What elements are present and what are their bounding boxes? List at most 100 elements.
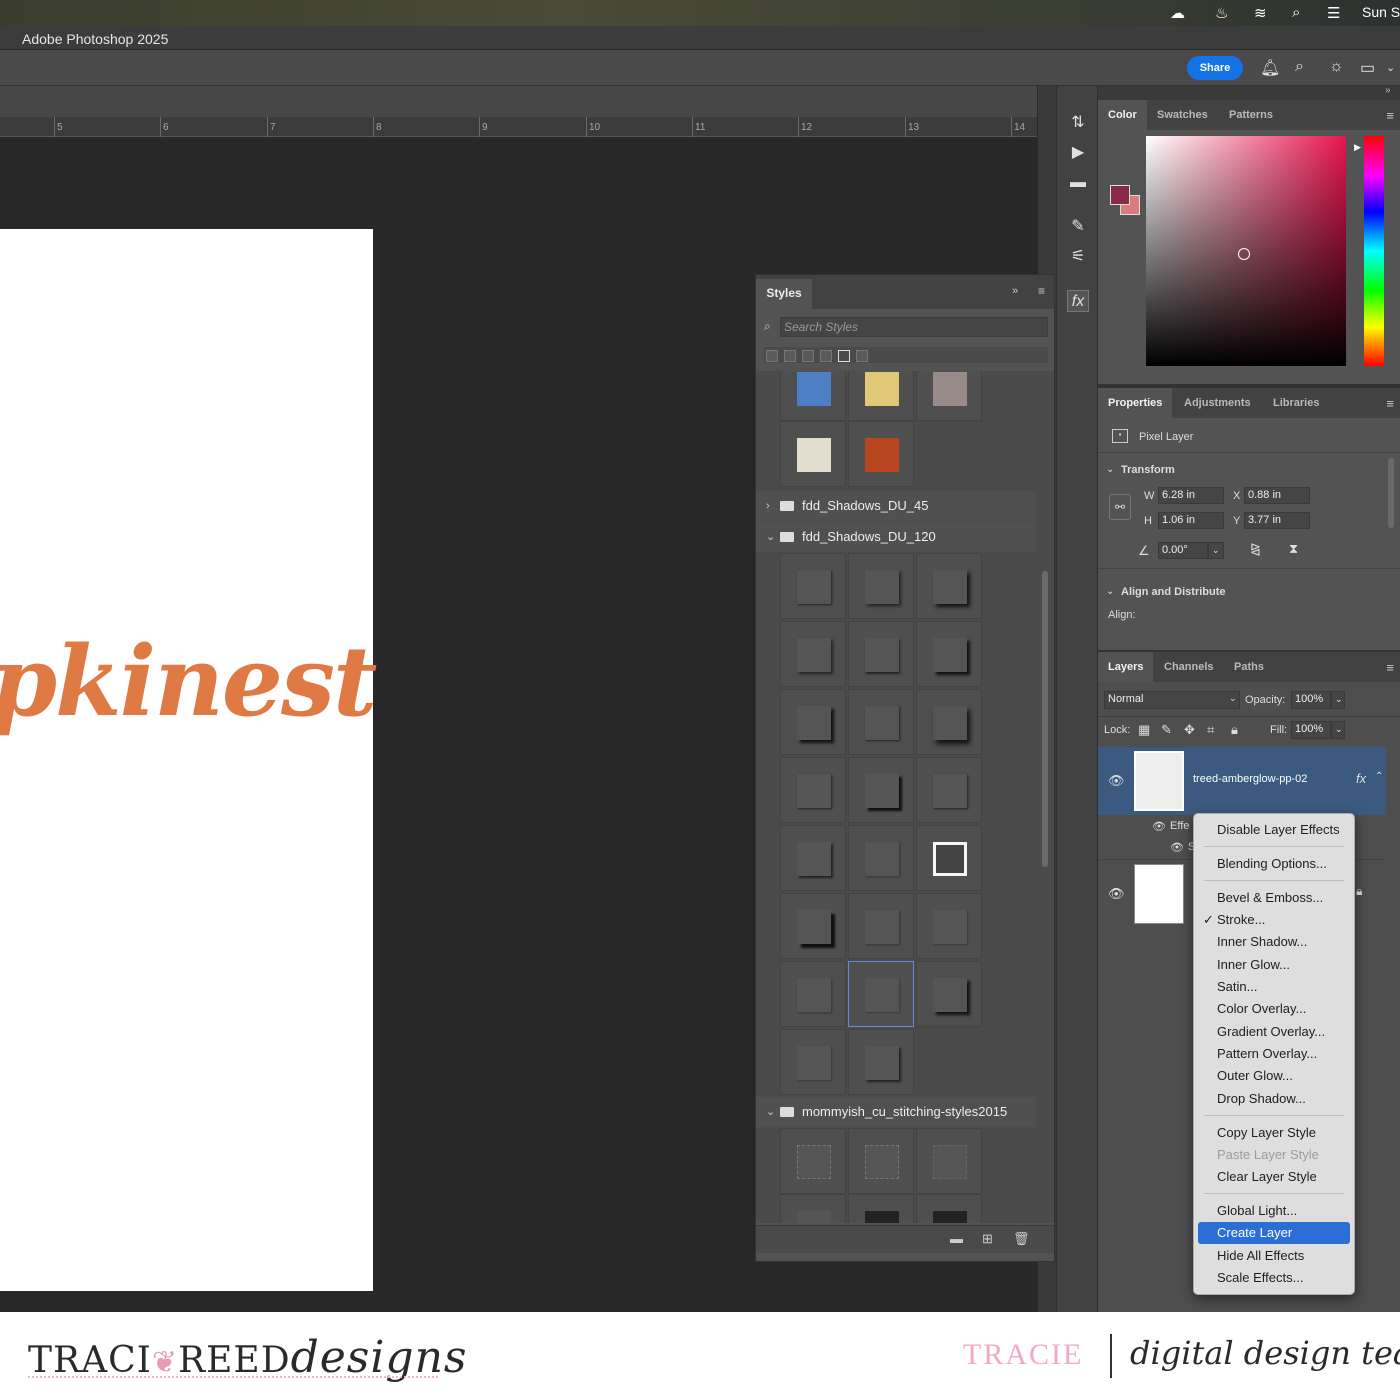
menu-item-pattern-overlay[interactable]: Pattern Overlay...	[1198, 1043, 1350, 1065]
hue-slider[interactable]	[1364, 136, 1384, 366]
align-heading[interactable]: Align and Distribute	[1121, 586, 1226, 598]
menu-item-satin[interactable]: Satin...	[1198, 976, 1350, 998]
style-swatch[interactable]	[780, 689, 846, 755]
style-swatch[interactable]	[780, 961, 846, 1027]
styles-scrollbar[interactable]	[1042, 571, 1048, 867]
menu-item-create-layer[interactable]: Create Layer	[1198, 1222, 1350, 1244]
style-swatch[interactable]	[780, 371, 846, 421]
lock-transparency-icon[interactable]: ▦	[1138, 722, 1150, 738]
style-swatch[interactable]	[848, 421, 914, 487]
effects-label[interactable]: Effe	[1170, 820, 1189, 832]
flip-horizontal-icon[interactable]: ⧎	[1250, 541, 1261, 557]
brush-settings-icon[interactable]: ✎	[1067, 216, 1089, 238]
styles-list[interactable]: › fdd_Shadows_DU_45 ⌄ fdd_Shadows_DU_120	[756, 371, 1054, 1223]
panel-menu-icon[interactable]: ≡	[1386, 396, 1394, 411]
style-swatch[interactable]	[780, 757, 846, 823]
style-swatch[interactable]	[848, 371, 914, 421]
style-swatch[interactable]	[780, 893, 846, 959]
fx-badge[interactable]: fx	[1356, 771, 1366, 786]
menu-item-inner-glow[interactable]: Inner Glow...	[1198, 954, 1350, 976]
menu-item-copy-layer-style[interactable]: Copy Layer Style	[1198, 1122, 1350, 1144]
horizontal-ruler[interactable]: 5 6 7 8 9 10 11 12 13 14	[0, 117, 1037, 137]
style-swatch[interactable]	[916, 893, 982, 959]
style-swatch[interactable]	[848, 553, 914, 619]
chevron-down-icon[interactable]: ⌄	[1106, 586, 1114, 597]
opacity-field[interactable]: 100%	[1291, 691, 1331, 709]
style-swatch[interactable]	[916, 553, 982, 619]
style-swatch[interactable]	[780, 825, 846, 891]
menu-item-blending-options[interactable]: Blending Options...	[1198, 853, 1350, 875]
style-swatch[interactable]	[848, 1194, 914, 1223]
menu-item-drop-shadow[interactable]: Drop Shadow...	[1198, 1088, 1350, 1110]
style-swatch[interactable]	[916, 621, 982, 687]
bell-icon[interactable]: 🔔︎	[1260, 58, 1280, 78]
search-styles-input[interactable]: Search Styles	[780, 317, 1048, 337]
style-swatch[interactable]	[848, 1029, 914, 1095]
tab-libraries[interactable]: Libraries	[1263, 388, 1329, 418]
flame-icon[interactable]: ♨	[1215, 4, 1228, 22]
style-swatch[interactable]	[780, 1029, 846, 1095]
menu-item-global-light[interactable]: Global Light...	[1198, 1200, 1350, 1222]
comment-icon[interactable]: ▬	[1067, 172, 1089, 194]
eye-icon[interactable]: 👁︎	[1170, 841, 1184, 854]
collapse-icon[interactable]: »	[1012, 285, 1018, 297]
menu-item-gradient-overlay[interactable]: Gradient Overlay...	[1198, 1021, 1350, 1043]
width-field[interactable]: 6.28 in	[1158, 487, 1224, 504]
lock-all-icon[interactable]: 🔒︎	[1231, 722, 1238, 738]
view-button[interactable]	[766, 350, 778, 362]
play-icon[interactable]: ▶	[1067, 142, 1089, 164]
eye-icon[interactable]: 👁︎	[1152, 820, 1166, 833]
chevron-up-icon[interactable]: ⌃	[1375, 771, 1383, 782]
search-icon[interactable]: ⌕	[1295, 58, 1304, 76]
menu-item-disable-layer-effects[interactable]: Disable Layer Effects	[1198, 819, 1350, 841]
lightbulb-icon[interactable]: ☼	[1329, 58, 1344, 76]
layer-name[interactable]: treed-amberglow-pp-02	[1193, 773, 1307, 785]
angle-field[interactable]: 0.00°	[1158, 542, 1208, 559]
style-swatch[interactable]	[916, 689, 982, 755]
style-swatch[interactable]	[780, 1194, 846, 1223]
transform-heading[interactable]: Transform	[1121, 464, 1175, 476]
lock-paint-icon[interactable]: ✎	[1161, 722, 1172, 738]
x-field[interactable]: 0.88 in	[1244, 487, 1310, 504]
link-icon[interactable]: ⚯	[1109, 494, 1131, 520]
style-folder[interactable]: ⌄ fdd_Shadows_DU_120	[756, 522, 1036, 552]
workspace-icon[interactable]: ▭	[1360, 58, 1375, 78]
style-folder[interactable]: ⌄ mommyish_cu_stitching-styles2015	[756, 1097, 1036, 1127]
foreground-color-swatch[interactable]	[1110, 185, 1130, 205]
new-group-icon[interactable]: ▬	[950, 1231, 963, 1246]
tab-layers[interactable]: Layers	[1098, 652, 1154, 682]
style-swatch[interactable]	[780, 1128, 846, 1194]
menu-item-bevel-emboss[interactable]: Bevel & Emboss...	[1198, 887, 1350, 909]
creative-cloud-icon[interactable]: ☁	[1170, 4, 1185, 22]
style-folder[interactable]: › fdd_Shadows_DU_45	[756, 491, 1036, 521]
style-swatch[interactable]	[780, 421, 846, 487]
chevron-down-icon[interactable]: ⌄	[1331, 721, 1345, 739]
hue-slider-handle[interactable]: ▶	[1354, 142, 1361, 153]
style-swatch[interactable]	[916, 1128, 982, 1194]
color-picker-cursor[interactable]	[1238, 248, 1250, 260]
flip-vertical-icon[interactable]: ⧗	[1289, 541, 1298, 557]
tab-paths[interactable]: Paths	[1224, 652, 1274, 682]
control-center-icon[interactable]: ☰	[1327, 4, 1340, 22]
clock[interactable]: Sun S	[1362, 4, 1400, 20]
style-swatch[interactable]	[916, 825, 982, 891]
style-swatch[interactable]	[916, 1194, 982, 1223]
tab-color[interactable]: Color	[1098, 100, 1147, 130]
panel-menu-icon[interactable]: ≡	[1038, 284, 1045, 298]
view-button[interactable]	[820, 350, 832, 362]
height-field[interactable]: 1.06 in	[1158, 512, 1224, 529]
search-icon[interactable]: ⌕	[1292, 4, 1300, 21]
style-swatch[interactable]	[916, 961, 982, 1027]
panel-menu-icon[interactable]: ≡	[1386, 108, 1394, 123]
tab-channels[interactable]: Channels	[1154, 652, 1224, 682]
menu-item-inner-shadow[interactable]: Inner Shadow...	[1198, 931, 1350, 953]
style-swatch-selected[interactable]	[848, 961, 914, 1027]
menu-item-outer-glow[interactable]: Outer Glow...	[1198, 1065, 1350, 1087]
style-swatch[interactable]	[780, 553, 846, 619]
expand-icon[interactable]: »	[1385, 85, 1391, 96]
adjustments-icon[interactable]: ⚟	[1067, 246, 1089, 268]
tab-styles[interactable]: Styles	[756, 279, 812, 309]
new-style-icon[interactable]: ⊞	[982, 1231, 993, 1247]
view-button-active[interactable]	[838, 350, 850, 362]
properties-scrollbar[interactable]	[1388, 458, 1394, 528]
